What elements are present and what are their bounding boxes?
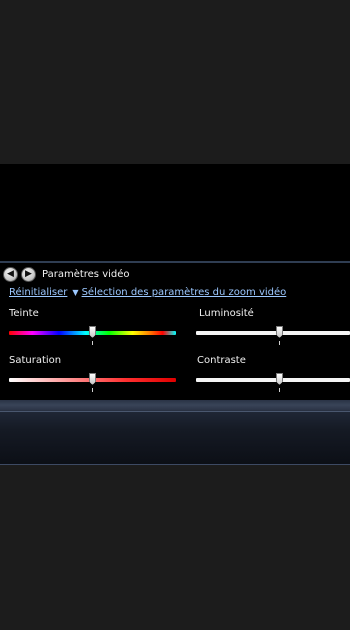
- hue-center-tick: [92, 341, 93, 345]
- contrast-center-tick: [279, 388, 280, 392]
- saturation-label: Saturation: [9, 355, 62, 366]
- reset-link[interactable]: Réinitialiser: [9, 287, 67, 298]
- contrast-slider-thumb[interactable]: [276, 373, 283, 385]
- zoom-settings-link[interactable]: Sélection des paramètres du zoom vidéo: [82, 287, 287, 298]
- hue-slider-thumb[interactable]: [89, 326, 96, 338]
- player-control-bar: [0, 400, 350, 465]
- hue-label: Teinte: [9, 308, 39, 319]
- video-display: [0, 164, 350, 261]
- video-settings-panel: ◀ ▶ Paramètres vidéo Réinitialiser ▼ Sél…: [0, 261, 350, 402]
- bar-divider: [0, 411, 350, 412]
- saturation-center-tick: [92, 388, 93, 392]
- caret-down-icon[interactable]: ▼: [72, 288, 78, 297]
- brightness-slider-thumb[interactable]: [276, 326, 283, 338]
- back-arrow-icon[interactable]: ◀: [3, 267, 18, 282]
- brightness-slider-track[interactable]: [196, 331, 350, 335]
- contrast-slider-track[interactable]: [196, 378, 350, 382]
- forward-arrow-icon[interactable]: ▶: [21, 267, 36, 282]
- links-row: Réinitialiser ▼ Sélection des paramètres…: [9, 287, 286, 298]
- contrast-label: Contraste: [197, 355, 246, 366]
- brightness-center-tick: [279, 341, 280, 345]
- panel-title: Paramètres vidéo: [42, 269, 130, 280]
- saturation-slider-thumb[interactable]: [89, 373, 96, 385]
- brightness-label: Luminosité: [199, 308, 254, 319]
